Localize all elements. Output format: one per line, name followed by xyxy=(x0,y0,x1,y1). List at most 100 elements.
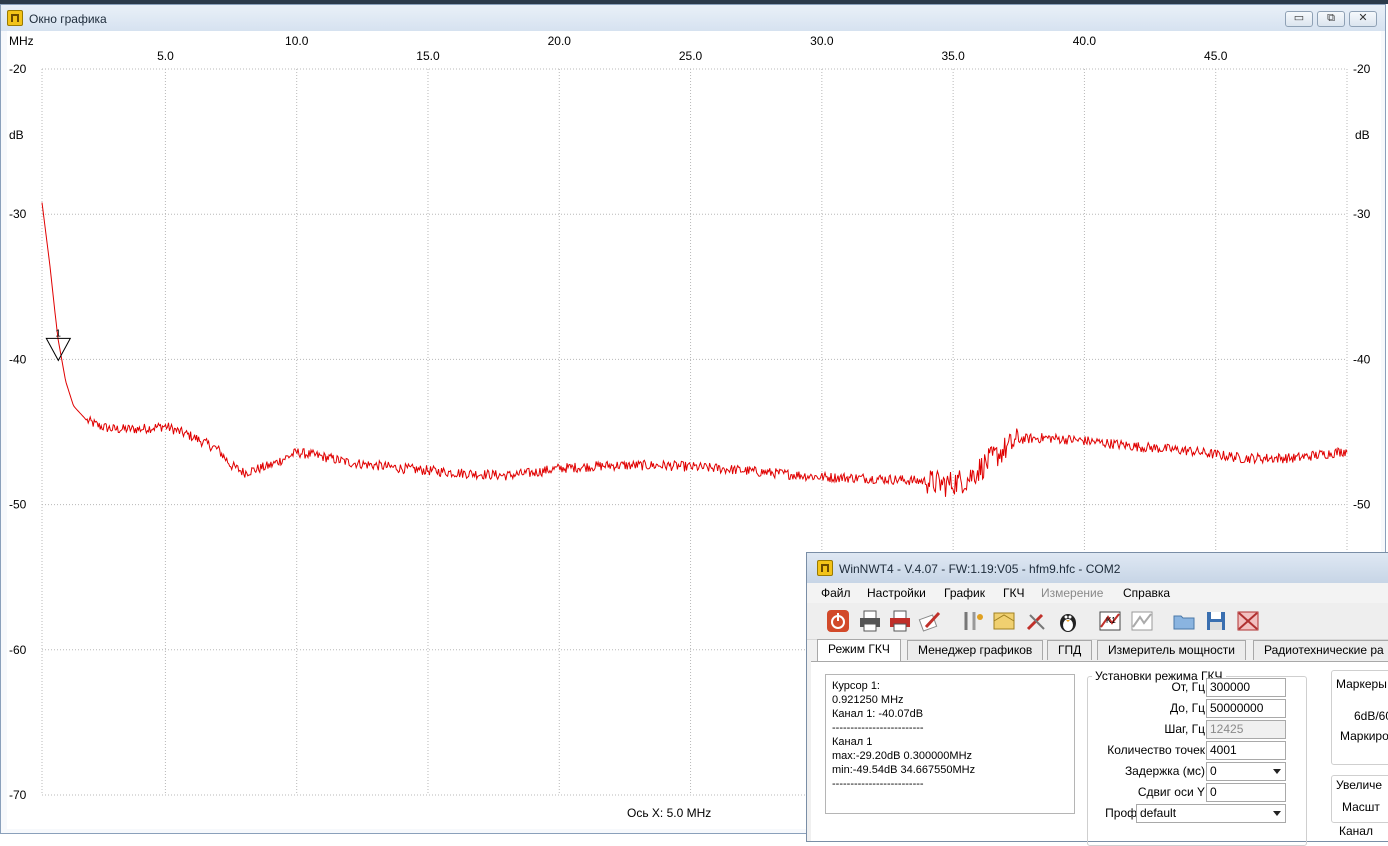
sweep-settings-group: Установки режима ГКЧ От, Гц 300000 До, Г… xyxy=(1087,669,1307,846)
tab-sweep-mode[interactable]: Режим ГКЧ xyxy=(817,639,901,662)
markers-mark-text: Маркиро xyxy=(1340,729,1388,743)
y-tick-label-right: -20 xyxy=(1353,62,1371,76)
x-tick-label: 35.0 xyxy=(941,49,965,63)
maximize-button[interactable]: ⧉ xyxy=(1317,11,1345,27)
save-icon[interactable] xyxy=(1203,608,1229,634)
info-line: Канал 1 xyxy=(832,736,873,748)
profile-select[interactable]: default xyxy=(1136,804,1286,823)
close-button[interactable]: ✕ xyxy=(1349,11,1377,27)
chevron-down-icon xyxy=(1273,811,1281,816)
markers-group: Маркеры 6dB/60 Маркиро xyxy=(1331,670,1388,765)
step-field: 12425 xyxy=(1206,720,1286,739)
x-axis-footer: Ось X: 5.0 MHz xyxy=(627,806,711,820)
delay-select[interactable]: 0 xyxy=(1206,762,1286,781)
print-icon[interactable] xyxy=(857,608,883,634)
yshift-label: Сдвиг оси Y xyxy=(1137,785,1205,799)
trace-line-channel-1 xyxy=(41,202,1348,497)
points-field[interactable]: 4001 xyxy=(1206,741,1286,760)
y-tick-label-left: -70 xyxy=(9,788,27,802)
points-label: Количество точек xyxy=(1107,743,1205,757)
cursor-info-box: Курсор 1: 0.921250 MHz Канал 1: -40.07dB… xyxy=(825,674,1075,814)
menu-settings[interactable]: Настройки xyxy=(867,586,926,600)
graph-window-title: Окно графика xyxy=(29,12,107,26)
y-tick-label-left: -30 xyxy=(9,207,27,221)
app-icon xyxy=(7,10,23,26)
y-tick-label-right: -40 xyxy=(1353,352,1371,366)
info-line: Канал 1: -40.07dB xyxy=(832,708,924,720)
linux-penguin-icon[interactable] xyxy=(1055,608,1081,634)
chevron-down-icon xyxy=(1273,769,1281,774)
x-tick-label: 15.0 xyxy=(416,49,440,63)
yshift-field[interactable]: 0 xyxy=(1206,783,1286,802)
y-tick-label-right: -50 xyxy=(1353,498,1371,512)
marker-1[interactable]: 1 xyxy=(45,328,72,362)
info-line: max:-29.20dB 0.300000MHz xyxy=(832,750,973,762)
info-line: min:-49.54dB 34.667550MHz xyxy=(832,764,976,776)
map-icon[interactable] xyxy=(991,608,1017,634)
tab-radio-calcs[interactable]: Радиотехнические ра xyxy=(1253,640,1388,660)
info-line: 0.921250 MHz xyxy=(832,694,904,706)
to-label: До, Гц xyxy=(1170,701,1205,715)
minimize-button[interactable]: ▭ xyxy=(1285,11,1313,27)
info-line: Курсор 1: xyxy=(832,680,880,692)
sweep-mode-panel: Курсор 1: 0.921250 MHz Канал 1: -40.07dB… xyxy=(811,661,1388,846)
delay-select-value: 0 xyxy=(1210,764,1217,778)
winnwt-app-icon xyxy=(817,560,833,576)
tab-power-meter[interactable]: Измеритель мощности xyxy=(1097,640,1246,660)
x-tick-label: 40.0 xyxy=(1073,34,1097,48)
edit-icon[interactable] xyxy=(917,608,943,634)
y-tick-label-right: -30 xyxy=(1353,207,1371,221)
toolbar: K1 xyxy=(807,603,1388,640)
tab-bar: Режим ГКЧ Менеджер графиков ГПД Измерите… xyxy=(807,639,1388,662)
x-tick-label: 5.0 xyxy=(157,49,174,63)
y-unit-label-left: dB xyxy=(9,128,24,142)
tab-graph-manager[interactable]: Менеджер графиков xyxy=(907,640,1044,660)
winnwt-window: WinNWT4 - V.4.07 - FW:1.19:V05 - hfm9.hf… xyxy=(806,552,1388,846)
x-tick-label: 10.0 xyxy=(285,34,309,48)
zoom-scale-text: Масшт xyxy=(1342,800,1380,814)
winnwt-title: WinNWT4 - V.4.07 - FW:1.19:V05 - hfm9.hf… xyxy=(839,562,1121,576)
x-tick-label: 20.0 xyxy=(548,34,572,48)
info-line: ------------------------- xyxy=(832,722,924,734)
k1-calibration-icon[interactable]: K1 xyxy=(1097,608,1123,634)
y-unit-label-right: dB xyxy=(1355,128,1370,142)
tab-vfo[interactable]: ГПД xyxy=(1047,640,1093,660)
menu-graph[interactable]: График xyxy=(944,586,985,600)
x-unit-label: MHz xyxy=(9,34,34,48)
menu-measurement[interactable]: Измерение xyxy=(1041,586,1103,600)
zoom-group: Увеличе Масшт xyxy=(1331,775,1388,823)
wand-icon[interactable] xyxy=(1023,608,1049,634)
print-color-icon[interactable] xyxy=(887,608,913,634)
from-label: От, Гц xyxy=(1171,680,1205,694)
profile-label: Проф xyxy=(1105,806,1137,820)
delay-label: Задержка (мс) xyxy=(1124,764,1205,778)
info-line: ------------------------- xyxy=(832,778,924,790)
x-tick-label: 30.0 xyxy=(810,34,834,48)
step-label: Шаг, Гц xyxy=(1164,722,1205,736)
x-tick-label: 45.0 xyxy=(1204,49,1228,63)
zoom-title: Увеличе xyxy=(1336,778,1383,792)
menu-help[interactable]: Справка xyxy=(1123,586,1170,600)
winnwt-titlebar[interactable]: WinNWT4 - V.4.07 - FW:1.19:V05 - hfm9.hf… xyxy=(807,553,1388,583)
open-folder-icon[interactable] xyxy=(1171,608,1197,634)
marker-label: 1 xyxy=(55,328,61,339)
tools-icon[interactable] xyxy=(959,608,985,634)
profile-select-value: default xyxy=(1140,806,1177,820)
y-tick-label-left: -60 xyxy=(9,643,27,657)
markers-title: Маркеры xyxy=(1336,677,1387,691)
markers-db-text: 6dB/60 xyxy=(1354,709,1388,723)
menu-sweep[interactable]: ГКЧ xyxy=(1003,586,1025,600)
x-tick-label: 25.0 xyxy=(679,49,703,63)
svg-text:K1: K1 xyxy=(1106,616,1116,625)
menu-bar: Файл Настройки График ГКЧ Измерение Спра… xyxy=(807,583,1388,603)
power-icon[interactable] xyxy=(825,608,851,634)
menu-file[interactable]: Файл xyxy=(821,586,851,600)
close-file-icon[interactable] xyxy=(1235,608,1261,634)
graph-window-titlebar[interactable]: Окно графика ▭ ⧉ ✕ xyxy=(1,5,1385,31)
k2-calibration-icon[interactable] xyxy=(1129,608,1155,634)
from-field[interactable]: 300000 xyxy=(1206,678,1286,697)
y-tick-label-left: -50 xyxy=(9,498,27,512)
y-tick-label-left: -40 xyxy=(9,352,27,366)
to-field[interactable]: 50000000 xyxy=(1206,699,1286,718)
channel-title: Канал xyxy=(1339,824,1373,838)
